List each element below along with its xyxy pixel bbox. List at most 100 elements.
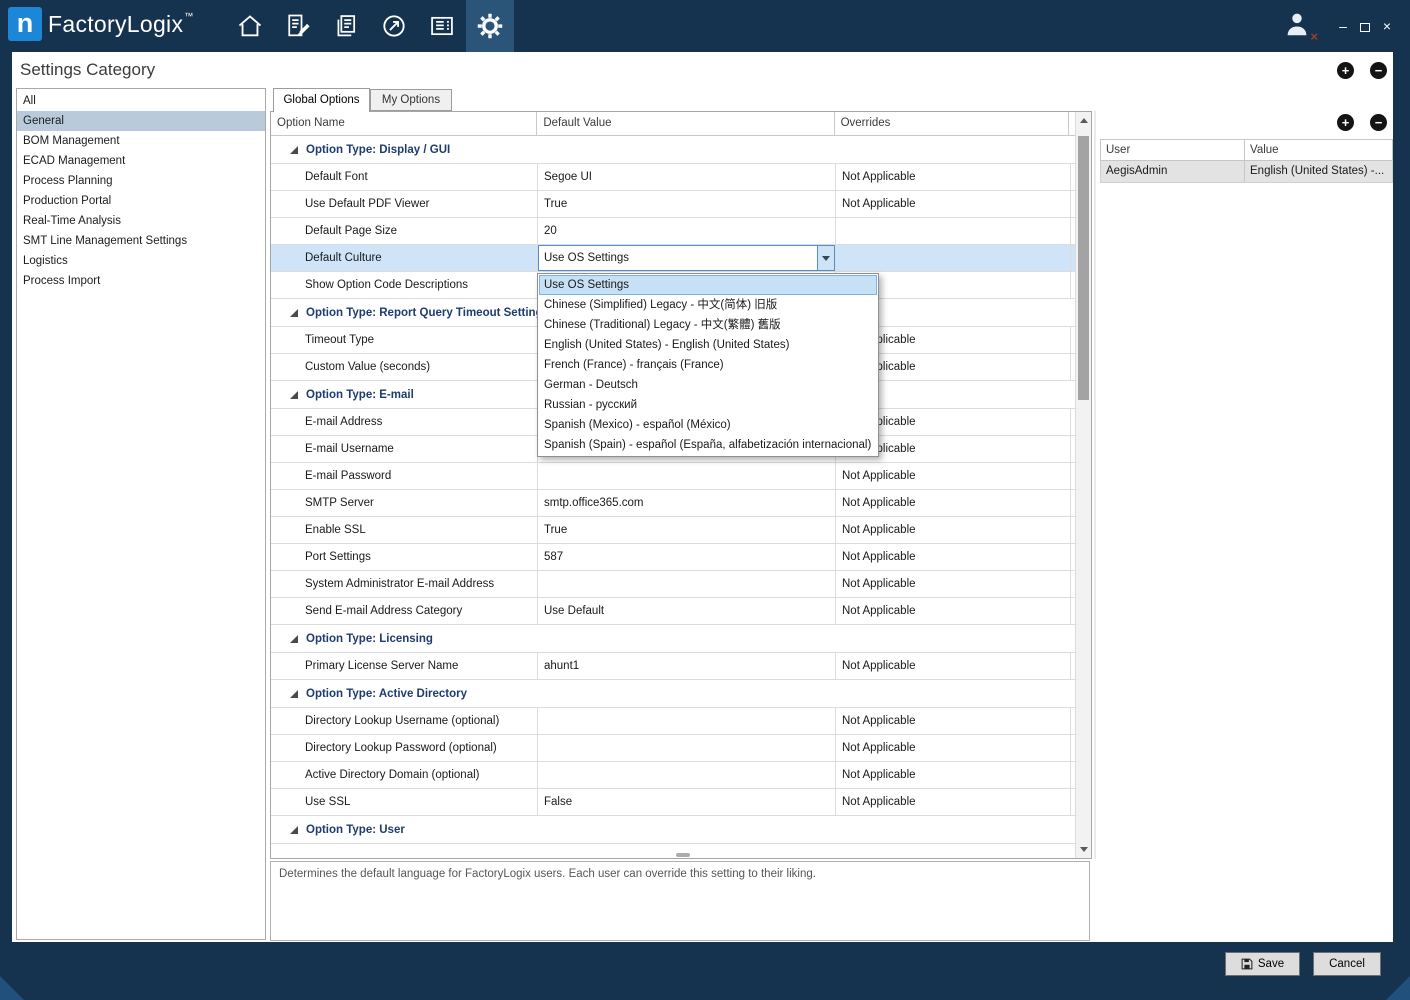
remove-override-button[interactable]: − [1370, 62, 1387, 79]
option-row-active-directory-domain-optional[interactable]: Active Directory Domain (optional) Not Ap… [271, 762, 1075, 789]
dropdown-item-use-os-settings[interactable]: Use OS Settings [539, 275, 877, 295]
nav-home-button[interactable] [226, 0, 274, 52]
titlebar-right: × – × [1282, 0, 1398, 52]
option-row-e-mail-password[interactable]: E-mail Password Not Applicable [271, 463, 1075, 490]
option-row-default-font[interactable]: Default Font Segoe UI Not Applicable [271, 164, 1075, 191]
app-window: n FactoryLogix™ × – × Settings Category … [0, 0, 1410, 1000]
sidebar-item-bom-management[interactable]: BOM Management [17, 131, 265, 151]
option-override: Not Applicable [836, 789, 1071, 815]
option-row-default-page-size[interactable]: Default Page Size 20 [271, 218, 1075, 245]
option-group-option-type-licensing[interactable]: Option Type: Licensing [271, 625, 1075, 653]
option-row-directory-lookup-username-optional[interactable]: Directory Lookup Username (optional) Not … [271, 708, 1075, 735]
combobox-dropdown-button[interactable] [817, 246, 834, 270]
column-header-user[interactable]: User [1101, 140, 1245, 160]
dropdown-item-french-france-fran-a[interactable]: French (France) - français (France) [539, 355, 877, 375]
nav-engineering-button[interactable] [274, 0, 322, 52]
option-default-value[interactable] [538, 735, 836, 761]
sidebar-item-smt-line-management-settings[interactable]: SMT Line Management Settings [17, 231, 265, 251]
save-button[interactable]: Save [1225, 952, 1300, 976]
option-row-enable-ssl[interactable]: Enable SSL True Not Applicable [271, 517, 1075, 544]
collapse-arrow-icon[interactable] [290, 390, 298, 399]
sidebar-item-general[interactable]: General [17, 111, 265, 131]
vertical-scrollbar[interactable] [1075, 112, 1091, 858]
option-name: SMTP Server [271, 490, 538, 516]
column-header-overrides[interactable]: Overrides [835, 112, 1069, 135]
collapse-arrow-icon[interactable] [290, 308, 298, 317]
sidebar-item-process-import[interactable]: Process Import [17, 271, 265, 291]
collapse-arrow-icon[interactable] [290, 825, 298, 834]
sidebar-item-real-time-analysis[interactable]: Real-Time Analysis [17, 211, 265, 231]
option-default-value[interactable]: Segoe UI [538, 164, 836, 190]
tab-global-options[interactable]: Global Options [273, 88, 370, 112]
close-button[interactable]: × [1376, 0, 1398, 52]
option-override: Not Applicable [836, 544, 1071, 570]
sidebar-item-logistics[interactable]: Logistics [17, 251, 265, 271]
add-override-button[interactable]: + [1337, 62, 1354, 79]
option-row-send-e-mail-address-category[interactable]: Send E-mail Address Category Use Default N… [271, 598, 1075, 625]
column-header-option-name[interactable]: Option Name [271, 112, 538, 135]
sidebar-item-ecad-management[interactable]: ECAD Management [17, 151, 265, 171]
option-default-value[interactable]: Use Default [538, 598, 836, 624]
add-user-override-button[interactable]: + [1337, 114, 1354, 131]
option-row-primary-license-server-name[interactable]: Primary License Server Name ahunt1 Not App… [271, 653, 1075, 680]
option-group-option-type-user[interactable]: Option Type: User [271, 816, 1075, 844]
minimize-button[interactable]: – [1332, 0, 1354, 52]
logout-user-button[interactable]: × [1282, 9, 1318, 43]
option-group-option-type-display-gui[interactable]: Option Type: Display / GUI [271, 136, 1075, 164]
option-row-smtp-server[interactable]: SMTP Server smtp.office365.com Not Applica… [271, 490, 1075, 517]
option-default-value[interactable]: ahunt1 [538, 653, 836, 679]
option-name: Send E-mail Address Category [271, 598, 538, 624]
option-row-use-ssl[interactable]: Use SSL False Not Applicable [271, 789, 1075, 816]
dropdown-item-german-deutsch[interactable]: German - Deutsch [539, 375, 877, 395]
save-floppy-icon [1241, 958, 1253, 970]
option-row-directory-lookup-password-optional[interactable]: Directory Lookup Password (optional) Not … [271, 735, 1075, 762]
scroll-up-button[interactable] [1076, 112, 1091, 129]
dropdown-item-chinese-simplified-leg[interactable]: Chinese (Simplified) Legacy - 中文(简体) 旧版 [539, 295, 877, 315]
default-culture-combobox[interactable]: Use OS Settings [538, 245, 835, 271]
option-row-port-settings[interactable]: Port Settings 587 Not Applicable [271, 544, 1075, 571]
option-row-default-culture[interactable]: Default Culture Use OS Settings [271, 245, 1075, 272]
option-default-value[interactable]: True [538, 191, 836, 217]
dropdown-item-spanish-mexico-espa[interactable]: Spanish (Mexico) - español (México) [539, 415, 877, 435]
nav-reports-button[interactable] [418, 0, 466, 52]
option-name: Default Culture [271, 245, 538, 271]
collapse-arrow-icon[interactable] [290, 634, 298, 643]
option-row-use-default-pdf-viewer[interactable]: Use Default PDF Viewer True Not Applicable [271, 191, 1075, 218]
option-row-system-administrator-e-mail-address[interactable]: System Administrator E-mail Address Not A… [271, 571, 1075, 598]
option-default-value[interactable] [538, 571, 836, 597]
sidebar-item-all[interactable]: All [17, 91, 265, 111]
main-nav [226, 0, 514, 52]
user-override-row[interactable]: AegisAdmin English (United States) -... [1100, 161, 1393, 183]
collapse-arrow-icon[interactable] [290, 689, 298, 698]
nav-production-button[interactable] [370, 0, 418, 52]
collapse-arrow-icon[interactable] [290, 145, 298, 154]
column-header-default-value[interactable]: Default Value [537, 112, 835, 135]
option-default-value[interactable]: Use OS Settings [538, 245, 836, 271]
dropdown-item-spanish-spain-espa-o[interactable]: Spanish (Spain) - español (España, alfab… [539, 435, 877, 455]
option-default-value[interactable] [538, 762, 836, 788]
dropdown-item-russian[interactable]: Russian - русский [539, 395, 877, 415]
nav-settings-button[interactable] [466, 0, 514, 52]
option-default-value[interactable]: False [538, 789, 836, 815]
dropdown-item-english-united-states[interactable]: English (United States) - English (Unite… [539, 335, 877, 355]
nav-materials-button[interactable] [322, 0, 370, 52]
scrollbar-thumb[interactable] [1078, 136, 1089, 400]
option-default-value[interactable]: 20 [538, 218, 836, 244]
option-default-value[interactable] [538, 463, 836, 489]
option-default-value[interactable]: smtp.office365.com [538, 490, 836, 516]
horizontal-scrollbar-grip[interactable] [676, 853, 690, 857]
dropdown-item-chinese-traditional-le[interactable]: Chinese (Traditional) Legacy - 中文(繁體) 舊版 [539, 315, 877, 335]
option-default-value[interactable] [538, 708, 836, 734]
scroll-down-button[interactable] [1076, 841, 1091, 858]
remove-user-override-button[interactable]: − [1370, 114, 1387, 131]
sidebar-item-process-planning[interactable]: Process Planning [17, 171, 265, 191]
option-group-option-type-active-directory[interactable]: Option Type: Active Directory [271, 680, 1075, 708]
tab-my-options[interactable]: My Options [370, 89, 452, 111]
option-default-value[interactable]: 587 [538, 544, 836, 570]
column-header-value[interactable]: Value [1245, 140, 1392, 160]
cancel-button[interactable]: Cancel [1313, 952, 1381, 976]
maximize-button[interactable] [1354, 0, 1376, 52]
option-default-value[interactable]: True [538, 517, 836, 543]
sidebar-item-production-portal[interactable]: Production Portal [17, 191, 265, 211]
option-name: E-mail Password [271, 463, 538, 489]
